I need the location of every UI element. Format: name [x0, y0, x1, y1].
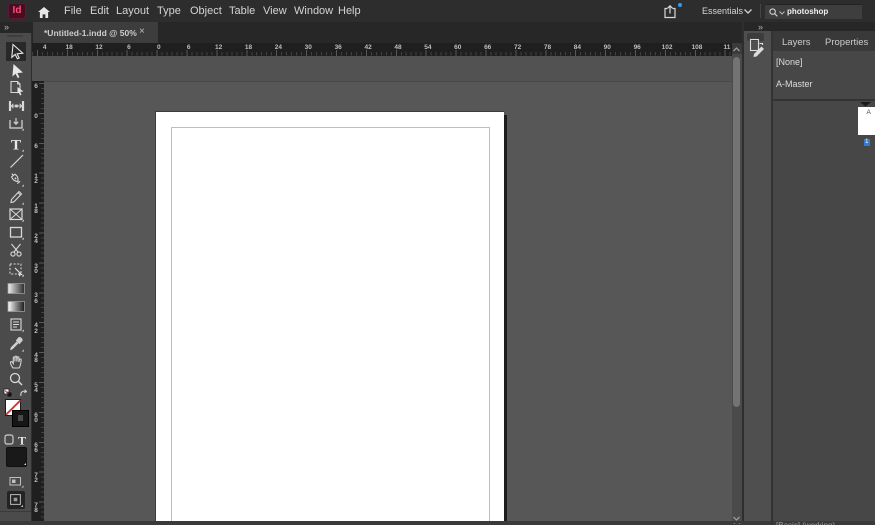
svg-text:T: T: [18, 433, 26, 446]
svg-text:T: T: [10, 137, 20, 153]
